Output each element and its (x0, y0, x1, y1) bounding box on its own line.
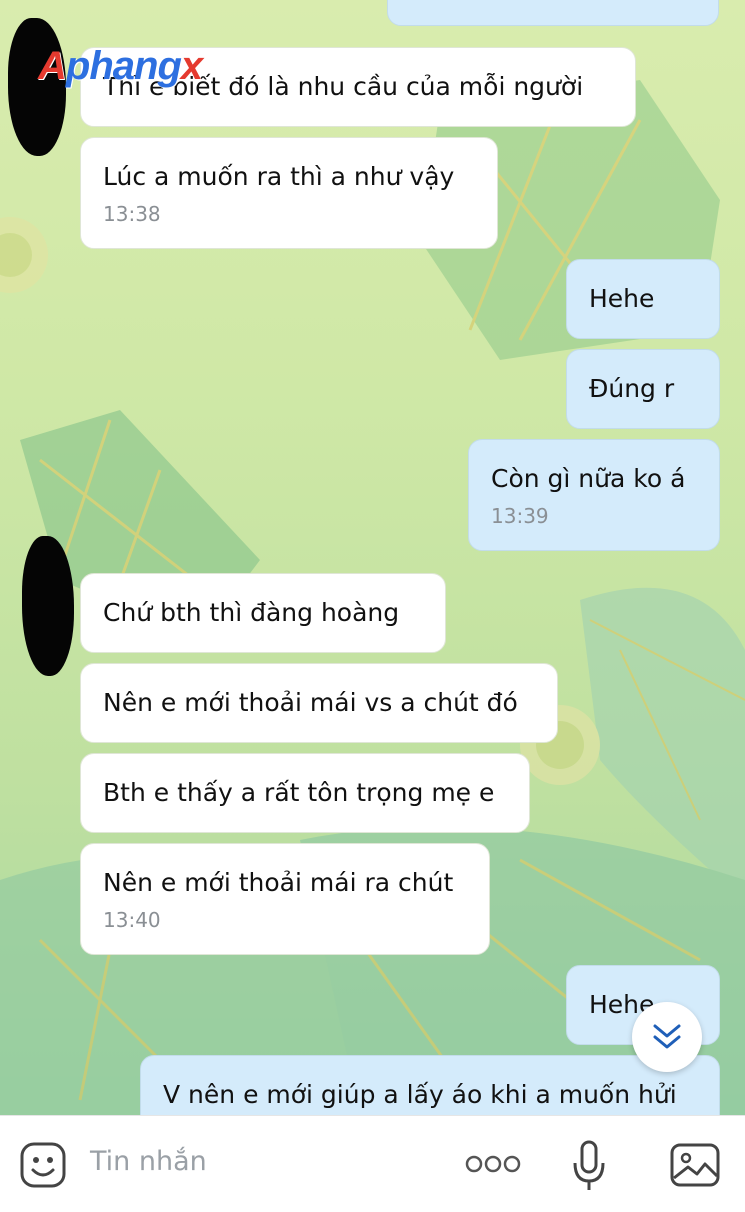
gallery-button[interactable] (668, 1140, 722, 1190)
message-bubble-incoming[interactable]: Bth e thấy a rất tôn trọng mẹ e (80, 753, 530, 833)
message-text: Chứ bth thì đàng hoàng (103, 598, 400, 627)
scroll-to-bottom-button[interactable] (632, 1002, 702, 1072)
voice-button[interactable] (568, 1138, 610, 1194)
message-bubble-partial[interactable] (387, 0, 719, 26)
message-bubble-incoming[interactable]: Chứ bth thì đàng hoàng (80, 573, 446, 653)
message-time: 13:40 (103, 908, 161, 932)
message-bubble-incoming[interactable]: Nên e mới thoải mái ra chút 13:40 (80, 843, 490, 955)
message-composer: Tin nhắn (0, 1115, 745, 1212)
sticker-button[interactable] (18, 1140, 68, 1190)
image-icon (670, 1143, 720, 1187)
message-bubble-outgoing[interactable]: Còn gì nữa ko á 13:39 (468, 439, 720, 551)
message-text: Nên e mới thoải mái vs a chút đó (103, 688, 518, 717)
message-bubble-incoming[interactable]: Lúc a muốn ra thì a như vậy 13:38 (80, 137, 498, 249)
more-button[interactable] (462, 1150, 524, 1178)
avatar[interactable] (22, 536, 74, 676)
message-text: Hehe (589, 284, 655, 313)
message-time: 13:38 (103, 202, 161, 226)
chat-area[interactable]: Thì e biết đó là nhu cầu của mỗi người A… (0, 0, 745, 1115)
sticker-icon (20, 1142, 66, 1188)
more-icon (465, 1155, 521, 1173)
message-text: Nên e mới thoải mái ra chút (103, 868, 454, 897)
message-bubble-outgoing[interactable]: V nên e mới giúp a lấy áo khi a muốn hửi (140, 1055, 720, 1115)
microphone-icon (573, 1140, 605, 1190)
message-text: Còn gì nữa ko á (491, 464, 686, 493)
chevron-double-down-icon (653, 1024, 681, 1049)
message-time: 13:39 (491, 504, 549, 528)
message-input[interactable]: Tin nhắn (90, 1146, 207, 1177)
message-bubble-outgoing[interactable]: Đúng r (566, 349, 720, 429)
watermark-logo: Aphangx (38, 44, 203, 88)
message-text: Bth e thấy a rất tôn trọng mẹ e (103, 778, 495, 807)
message-bubble-outgoing[interactable]: Hehe (566, 259, 720, 339)
message-text: Lúc a muốn ra thì a như vậy (103, 162, 455, 191)
message-bubble-incoming[interactable]: Nên e mới thoải mái vs a chút đó (80, 663, 558, 743)
message-text: V nên e mới giúp a lấy áo khi a muốn hửi (163, 1080, 677, 1109)
message-text: Đúng r (589, 374, 675, 403)
